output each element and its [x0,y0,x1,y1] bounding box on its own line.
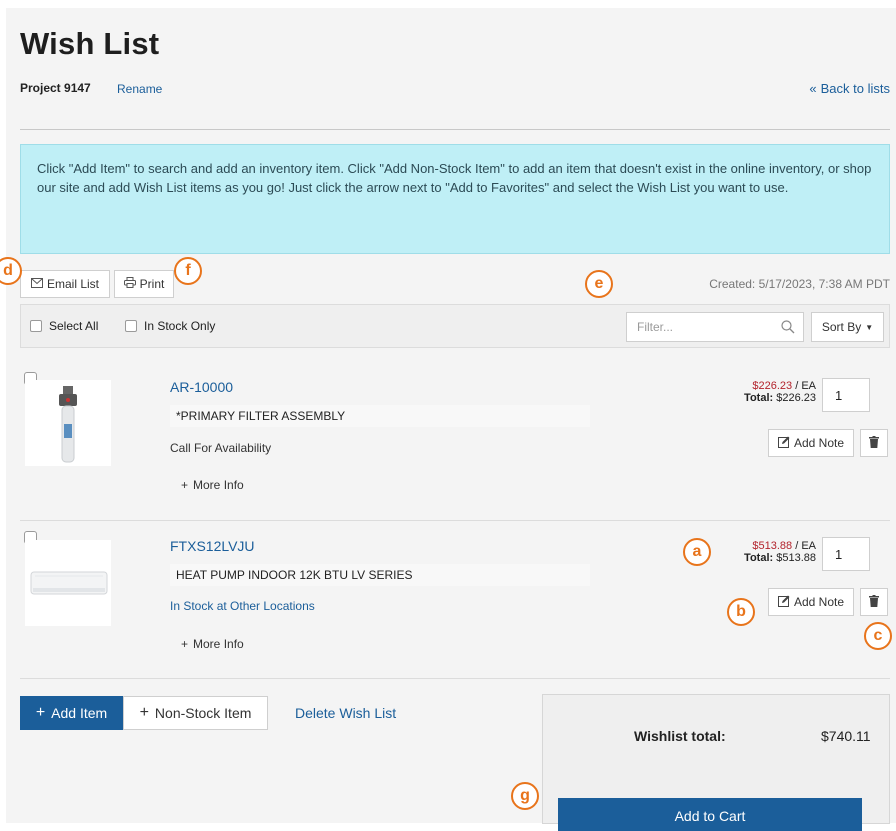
header-divider [20,129,890,130]
item-divider [20,520,890,521]
add-item-button[interactable]: + Add Item [20,696,123,730]
in-stock-only-label: In Stock Only [144,319,216,333]
wish-list-page: Wish List Project 9147 Rename « Back to … [6,8,896,831]
delete-item-button[interactable] [860,588,888,616]
edit-note-icon [777,595,790,610]
print-button[interactable]: Print [114,270,174,298]
annotation-badge-e: e [585,270,613,298]
item-sku-link[interactable]: FTXS12LVJU [170,538,255,554]
created-timestamp: Created: 5/17/2023, 7:38 AM PDT [709,277,890,291]
annotation-badge-g: g [511,782,539,810]
item-description: *PRIMARY FILTER ASSEMBLY [170,405,590,427]
item-unit-price: $513.88 [752,540,793,552]
delete-item-button[interactable] [860,429,888,457]
in-stock-only-checkbox[interactable]: In Stock Only [125,319,215,333]
annotation-badge-c: c [864,622,892,650]
email-list-button[interactable]: Email List [20,270,110,298]
item-total-label: Total: [744,552,774,564]
trash-icon [869,594,879,610]
item-unit: / EA [792,380,816,392]
annotation-badge-f: f [174,257,202,285]
filter-input[interactable] [626,312,804,342]
quantity-input[interactable] [822,378,870,412]
item-sku-link[interactable]: AR-10000 [170,379,233,395]
more-info-label: More Info [193,637,244,651]
trash-icon [869,435,879,451]
product-image-filter[interactable] [25,380,111,466]
edit-note-icon [777,436,790,451]
annotation-badge-b: b [727,598,755,626]
non-stock-item-button[interactable]: + Non-Stock Item [123,696,268,730]
add-note-label: Add Note [793,436,845,450]
non-stock-item-label: Non-Stock Item [154,705,252,721]
more-info-label: More Info [193,478,244,492]
in-stock-only-box[interactable] [125,320,137,332]
select-all-box[interactable] [30,320,42,332]
back-to-lists-label: Back to lists [820,81,890,96]
item-unit: / EA [792,540,816,552]
item-description: HEAT PUMP INDOOR 12K BTU LV SERIES [170,564,590,586]
caret-down-icon: ▼ [865,322,874,332]
item-divider [20,678,890,679]
more-info-toggle[interactable]: + More Info [181,478,244,492]
select-all-checkbox[interactable]: Select All [30,319,98,333]
filter-bar: Select All In Stock Only Sort By ▼ [20,304,890,348]
envelope-icon [30,277,43,291]
plus-icon: + [181,478,189,492]
item-total-label: Total: [744,392,774,404]
item-availability: Call For Availability [170,441,272,455]
plus-icon: + [35,704,46,721]
item-availability-link[interactable]: In Stock at Other Locations [170,599,315,613]
delete-wish-list-link[interactable]: Delete Wish List [295,705,396,721]
wishlist-total-label: Wishlist total: [634,728,726,744]
sort-by-dropdown[interactable]: Sort By ▼ [811,312,884,342]
add-note-label: Add Note [793,595,845,609]
item-unit-price: $226.23 [752,380,793,392]
select-all-label: Select All [49,319,99,333]
info-banner: Click "Add Item" to search and add an in… [20,144,890,254]
print-label: Print [139,277,165,291]
wishlist-total-value: $740.11 [821,728,871,744]
email-list-label: Email List [46,277,99,291]
back-to-lists-link[interactable]: « Back to lists [809,81,890,96]
plus-icon: + [181,637,189,651]
item-price-block: $226.23 / EA Total: $226.23 [706,380,816,404]
add-to-cart-button[interactable]: Add to Cart [558,798,862,831]
item-total-value: $513.88 [776,552,816,564]
more-info-toggle[interactable]: + More Info [181,637,244,651]
double-chevron-left-icon: « [809,81,817,96]
search-icon [781,320,795,337]
add-item-label: Add Item [51,705,108,721]
quantity-input[interactable] [822,537,870,571]
printer-icon [123,277,136,291]
sort-by-label: Sort By [821,320,862,334]
add-note-button[interactable]: Add Note [768,429,854,457]
plus-icon: + [139,704,149,721]
project-name: Project 9147 [20,81,91,95]
item-price-block: $513.88 / EA Total: $513.88 [706,540,816,564]
add-note-button[interactable]: Add Note [768,588,854,616]
wishlist-summary: Wishlist total: $740.11 Add to Cart [542,694,890,831]
item-total-value: $226.23 [776,392,816,404]
product-image-heat-pump[interactable] [25,540,111,626]
page-title: Wish List [20,26,160,61]
annotation-badge-a: a [683,538,711,566]
rename-link[interactable]: Rename [117,82,162,96]
